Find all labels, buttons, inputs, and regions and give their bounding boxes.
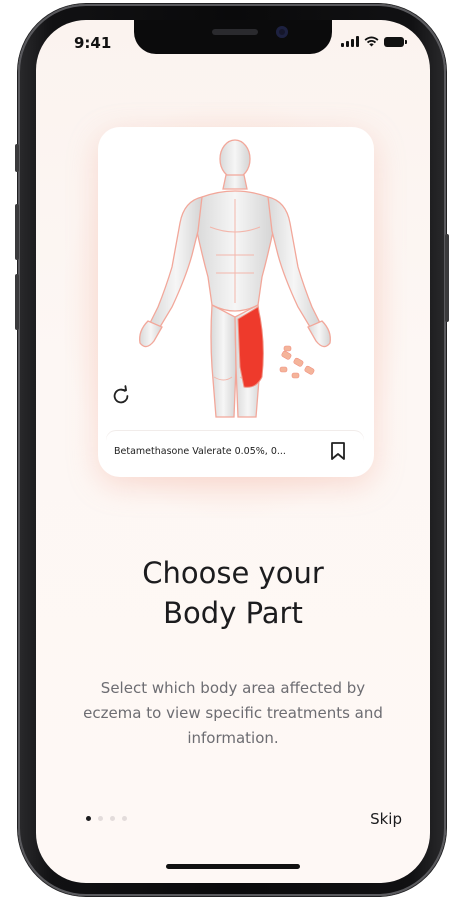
highlighted-thigh-area[interactable] [237, 306, 264, 388]
human-body-illustration[interactable] [98, 127, 374, 427]
power-button [445, 234, 449, 322]
notch [134, 20, 332, 54]
body-part-card[interactable]: Betamethasone Valerate 0.05%, 0... [98, 127, 374, 477]
cellular-signal-icon [341, 36, 359, 47]
medication-footer[interactable]: Betamethasone Valerate 0.05%, 0... [106, 431, 364, 471]
front-camera [276, 26, 288, 38]
title-line-1: Choose your [142, 556, 324, 590]
page-dot-4[interactable] [122, 816, 127, 821]
page-dot-1[interactable] [86, 816, 91, 821]
page-dot-3[interactable] [110, 816, 115, 821]
mute-switch [15, 144, 19, 172]
title-line-2: Body Part [163, 596, 303, 630]
earpiece-speaker [212, 29, 258, 35]
status-icons [341, 36, 407, 47]
battery-icon [384, 36, 407, 47]
onboarding-title: Choose your Body Part [36, 553, 430, 633]
page-indicator[interactable] [86, 816, 127, 821]
bookmark-icon[interactable] [330, 441, 346, 461]
volume-up-button [15, 204, 19, 260]
body-figure[interactable] [98, 127, 374, 427]
onboarding-description: Select which body area affected by eczem… [83, 679, 383, 747]
page-dot-2[interactable] [98, 816, 103, 821]
home-indicator[interactable] [166, 864, 300, 869]
status-time: 9:41 [74, 34, 112, 52]
reload-icon[interactable] [110, 385, 132, 407]
volume-down-button [15, 274, 19, 330]
skip-button[interactable]: Skip [370, 810, 402, 828]
app-screen: 9:41 Betamethasone Valerate 0.05%, 0... … [36, 20, 430, 883]
medication-name: Betamethasone Valerate 0.05%, 0... [114, 445, 286, 457]
wifi-icon [364, 36, 379, 47]
